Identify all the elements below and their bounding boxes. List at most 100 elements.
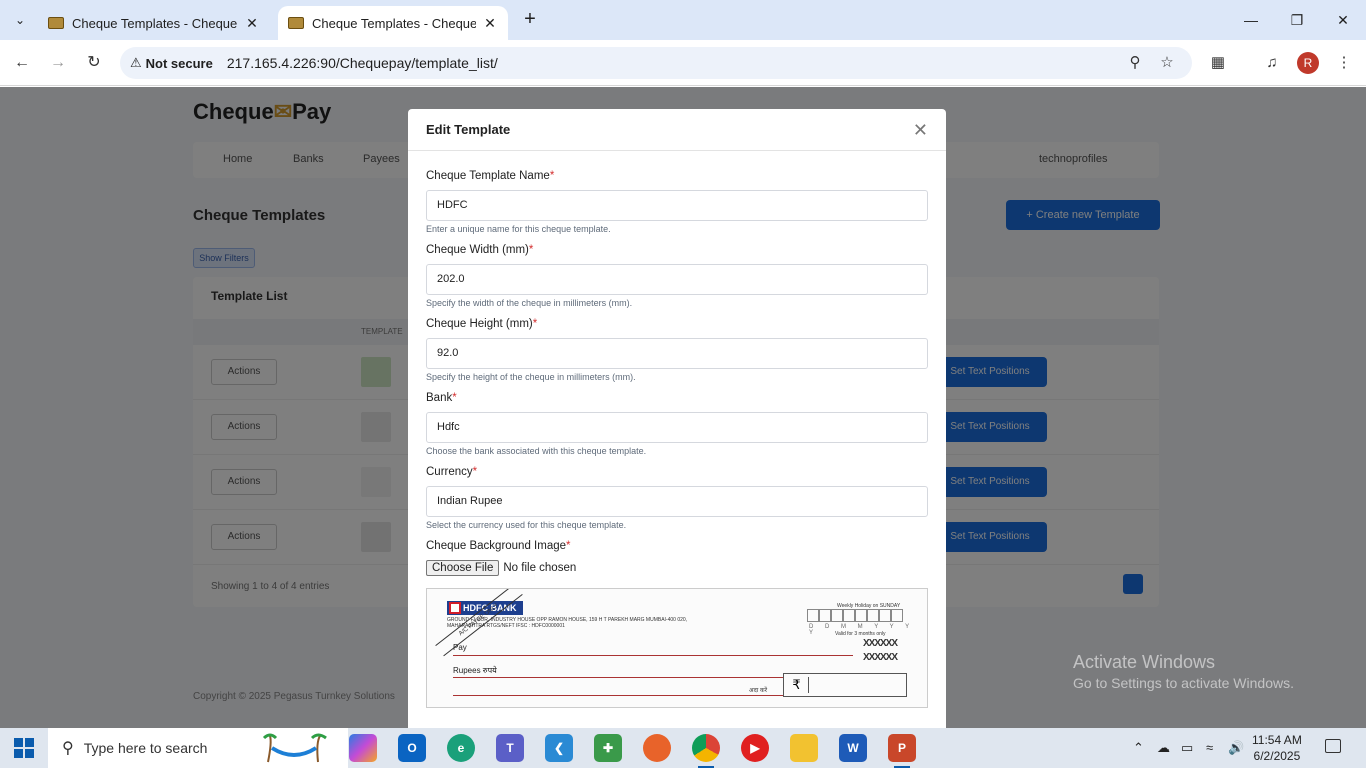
- zoom-icon[interactable]: ⚲: [1126, 54, 1144, 72]
- teams-app-icon[interactable]: T: [496, 734, 524, 762]
- required-marker: *: [472, 466, 478, 478]
- template-name-input[interactable]: HDFC: [426, 190, 928, 221]
- label-text: Cheque Height (mm): [426, 318, 533, 330]
- search-placeholder: Type here to search: [83, 740, 208, 756]
- activate-windows-watermark: Activate Windows Go to Settings to activ…: [1073, 652, 1294, 691]
- pay-label: Pay: [453, 643, 467, 652]
- taskbar-clock[interactable]: 11:54 AM 6/2/2025: [1252, 732, 1302, 764]
- network-tool-app-icon[interactable]: ✚: [594, 734, 622, 762]
- cheque-height-input[interactable]: 92.0: [426, 338, 928, 369]
- file-input: Choose File No file chosen: [426, 560, 928, 576]
- clock-date: 6/2/2025: [1253, 749, 1301, 763]
- kebab-menu-icon[interactable]: ⋮: [1333, 52, 1355, 74]
- currency-select[interactable]: Indian Rupee: [426, 486, 928, 517]
- field-label: Cheque Width (mm)*: [426, 244, 928, 256]
- profile-avatar[interactable]: R: [1297, 52, 1319, 74]
- edge-app-icon[interactable]: e: [447, 734, 475, 762]
- warning-triangle-icon[interactable]: ⚠: [130, 55, 142, 71]
- modal-body: Cheque Template Name* HDFC Enter a uniqu…: [408, 151, 946, 708]
- label-text: Currency: [426, 466, 473, 478]
- close-tab-icon[interactable]: ✕: [482, 15, 498, 32]
- browser-tab-2-active[interactable]: Cheque Templates - Cheque Pay ✕: [278, 6, 508, 40]
- browser-tab-1[interactable]: Cheque Templates - Cheque Pay ✕: [38, 6, 270, 40]
- youtube-app-icon[interactable]: ▶: [741, 734, 769, 762]
- onedrive-icon[interactable]: ☁: [1157, 740, 1170, 756]
- label-text: Bank: [426, 392, 453, 404]
- extensions-puzzle-icon[interactable]: ▦: [1207, 52, 1229, 74]
- url-text[interactable]: 217.165.4.226:90/Chequepay/template_list…: [227, 55, 498, 71]
- masked-text: XXXXXX: [863, 638, 898, 649]
- window-close-icon[interactable]: ✕: [1328, 8, 1358, 32]
- volume-icon[interactable]: 🔊: [1228, 740, 1244, 756]
- close-modal-icon[interactable]: ✕: [913, 121, 928, 139]
- label-text: Cheque Template Name: [426, 170, 550, 182]
- help-text: Specify the height of the cheque in mill…: [426, 372, 636, 382]
- powerpoint-app-icon[interactable]: P: [888, 734, 916, 768]
- edit-template-modal: Edit Template ✕ Cheque Template Name* HD…: [408, 109, 946, 728]
- search-icon: ⚲: [62, 740, 74, 757]
- copilot-app-icon[interactable]: [349, 734, 377, 762]
- reload-icon[interactable]: ↻: [82, 51, 106, 75]
- modal-header: Edit Template ✕: [408, 109, 946, 151]
- bank-select[interactable]: Hdfc: [426, 412, 928, 443]
- windows-taskbar: ⚲ Type here to search O e T ❮ ✚ ▶ W P ⌃ …: [0, 728, 1366, 768]
- rupee-symbol: ₹: [785, 677, 809, 693]
- bank-field: Bank* Hdfc Choose the bank associated wi…: [426, 392, 928, 456]
- vscode-app-icon[interactable]: ❮: [545, 734, 573, 762]
- field-label: Cheque Template Name*: [426, 170, 928, 182]
- masked-text: XXXXXX: [863, 652, 898, 663]
- show-hidden-icons-chevron-icon[interactable]: ⌃: [1133, 740, 1144, 756]
- clock-time: 11:54 AM: [1252, 733, 1302, 747]
- hammock-search-highlight-icon: [260, 732, 328, 764]
- required-marker: *: [566, 540, 571, 552]
- minimize-icon[interactable]: —: [1236, 8, 1266, 32]
- outlook-app-icon[interactable]: O: [398, 734, 426, 762]
- windows-start-icon[interactable]: [14, 738, 34, 758]
- file-explorer-app-icon[interactable]: [790, 734, 818, 762]
- tab-search-chevron-icon[interactable]: ⌄: [8, 8, 32, 32]
- back-arrow-icon[interactable]: ←: [10, 51, 34, 75]
- bookmark-star-icon[interactable]: ☆: [1158, 54, 1176, 72]
- firefox-app-icon[interactable]: [643, 734, 671, 762]
- background-image-field: Cheque Background Image* Choose File No …: [426, 540, 928, 708]
- site-favicon-icon: [288, 17, 304, 29]
- browser-tab-strip: ⌄ Cheque Templates - Cheque Pay ✕ Cheque…: [0, 0, 1366, 40]
- template-name-field: Cheque Template Name* HDFC Enter a uniqu…: [426, 170, 928, 234]
- required-marker: *: [532, 318, 538, 330]
- media-controls-icon[interactable]: ♫: [1261, 52, 1283, 74]
- ada-karen-label: अदा करें: [749, 688, 768, 694]
- security-status[interactable]: Not secure: [146, 56, 213, 71]
- close-tab-icon[interactable]: ✕: [244, 15, 260, 32]
- notification-center-icon[interactable]: [1325, 739, 1341, 753]
- help-text: Choose the bank associated with this che…: [426, 446, 647, 456]
- cheque-width-field: Cheque Width (mm)* 202.0 Specify the wid…: [426, 244, 928, 308]
- tab-title: Cheque Templates - Cheque Pay: [72, 15, 238, 31]
- field-label: Cheque Height (mm)*: [426, 318, 928, 330]
- field-label: Currency*: [426, 466, 928, 478]
- date-boxes: [807, 609, 903, 622]
- cheque-width-input[interactable]: 202.0: [426, 264, 928, 295]
- rupees-line: [453, 677, 783, 678]
- browser-toolbar: ← → ↻ ⚠ Not secure 217.165.4.226:90/Cheq…: [0, 40, 1366, 86]
- restore-icon[interactable]: ❐: [1282, 8, 1312, 32]
- word-app-icon[interactable]: W: [839, 734, 867, 762]
- taskbar-search-box[interactable]: ⚲ Type here to search: [48, 728, 348, 768]
- forward-arrow-icon[interactable]: →: [46, 51, 70, 75]
- choose-file-button[interactable]: Choose File: [426, 560, 500, 576]
- hdfc-logo-icon: [449, 602, 461, 614]
- wifi-icon[interactable]: ≈: [1206, 740, 1213, 755]
- help-text: Select the currency used for this cheque…: [426, 520, 627, 530]
- field-label: Bank*: [426, 392, 928, 404]
- validity-note: Valid for 3 months only: [835, 631, 886, 637]
- field-label: Cheque Background Image*: [426, 540, 928, 552]
- help-text: Specify the width of the cheque in milli…: [426, 298, 633, 308]
- chrome-app-icon[interactable]: [692, 734, 720, 768]
- currency-field: Currency* Indian Rupee Select the curren…: [426, 466, 928, 530]
- rupees-line-2: [453, 695, 783, 696]
- watermark-title: Activate Windows: [1073, 652, 1216, 672]
- new-tab-plus-icon[interactable]: +: [518, 8, 542, 32]
- battery-icon[interactable]: ▭: [1181, 740, 1193, 756]
- modal-title: Edit Template: [426, 122, 511, 137]
- address-bar[interactable]: ⚠ Not secure 217.165.4.226:90/Chequepay/…: [120, 47, 1192, 79]
- watermark-subtitle: Go to Settings to activate Windows.: [1073, 675, 1294, 691]
